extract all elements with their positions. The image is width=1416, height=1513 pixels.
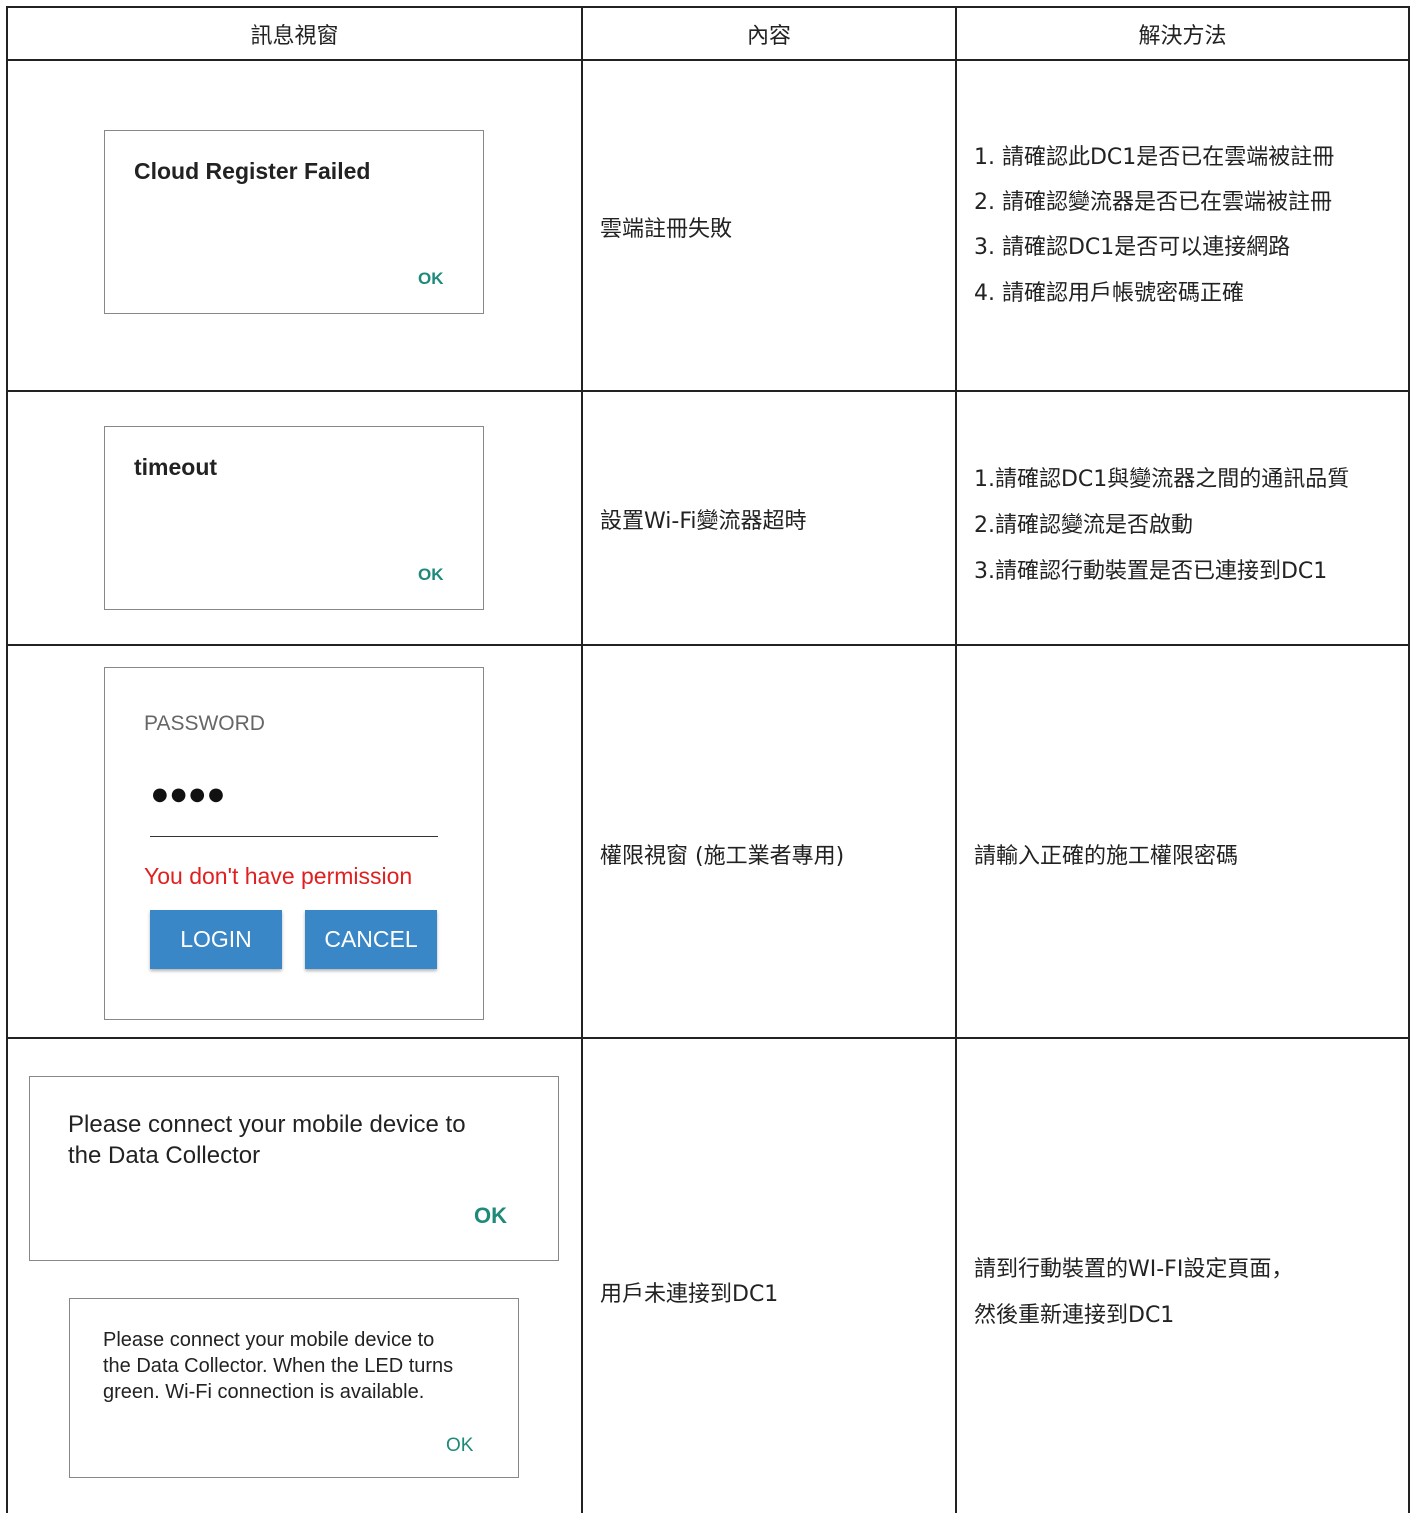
login-button[interactable]: LOGIN xyxy=(150,910,282,969)
table-col-divider xyxy=(581,6,583,1513)
dialog-title: Cloud Register Failed xyxy=(134,158,371,184)
table-row-divider xyxy=(6,390,1410,392)
message-line: Please connect your mobile device to xyxy=(68,1111,466,1138)
solution-line: 3.請確認行動裝置是否已連接到DC1 xyxy=(974,559,1328,584)
password-input[interactable]: ●●●● xyxy=(150,780,438,837)
ok-button[interactable]: OK xyxy=(418,565,444,585)
solution-line: 1.請確認DC1與變流器之間的通訊品質 xyxy=(974,467,1350,492)
solution-line: 請輸入正確的施工權限密碼 xyxy=(974,844,1239,869)
solution-line: 4. 請確認用戶帳號密碼正確 xyxy=(974,281,1244,306)
connect-device-led-dialog: Please connect your mobile device to the… xyxy=(69,1298,519,1478)
ok-button[interactable]: OK xyxy=(446,1435,473,1457)
table-row-divider xyxy=(6,644,1410,646)
solution-line: 2. 請確認變流器是否已在雲端被註冊 xyxy=(974,190,1332,215)
message-line: the Data Collector. When the LED turns xyxy=(103,1355,454,1377)
message-line: green. Wi-Fi connection is available. xyxy=(103,1381,425,1403)
header-solution: 解決方法 xyxy=(1138,24,1227,49)
header-message-window: 訊息視窗 xyxy=(250,24,339,49)
solution-line: 1. 請確認此DC1是否已在雲端被註冊 xyxy=(974,145,1335,170)
row-content: 設置Wi-Fi變流器超時 xyxy=(600,509,807,534)
table-row-divider xyxy=(6,1037,1410,1039)
ok-button[interactable]: OK xyxy=(474,1203,507,1229)
cloud-register-failed-dialog: Cloud Register Failed OK xyxy=(104,130,484,314)
message-line: the Data Collector xyxy=(68,1142,261,1169)
dialog-title: timeout xyxy=(134,454,218,480)
ok-button[interactable]: OK xyxy=(418,269,444,289)
dialog-message: Please connect your mobile device to the… xyxy=(68,1109,466,1171)
table-border-right xyxy=(1408,6,1410,1513)
solution-line: 3. 請確認DC1是否可以連接網路 xyxy=(974,235,1291,260)
row-content: 用戶未連接到DC1 xyxy=(600,1282,779,1307)
dialog-message: Please connect your mobile device to the… xyxy=(103,1327,453,1405)
password-mask: ●●●● xyxy=(152,784,227,805)
header-content: 內容 xyxy=(746,24,791,49)
cancel-button[interactable]: CANCEL xyxy=(305,910,437,969)
row-content: 權限視窗 (施工業者專用) xyxy=(600,844,845,869)
solution-line: 然後重新連接到DC1 xyxy=(974,1303,1175,1328)
table-border-left xyxy=(6,6,8,1513)
permission-dialog: PASSWORD ●●●● You don't have permission … xyxy=(104,667,484,1020)
password-label: PASSWORD xyxy=(144,712,265,735)
timeout-dialog: timeout OK xyxy=(104,426,484,610)
solution-line: 請到行動裝置的WI-FI設定頁面， xyxy=(974,1257,1294,1282)
permission-error: You don't have permission xyxy=(144,863,413,889)
message-line: Please connect your mobile device to xyxy=(103,1329,435,1351)
table-col-divider xyxy=(955,6,957,1513)
connect-device-dialog: Please connect your mobile device to the… xyxy=(29,1076,559,1261)
row-content: 雲端註冊失敗 xyxy=(600,217,733,242)
solution-line: 2.請確認變流是否啟動 xyxy=(974,513,1193,538)
